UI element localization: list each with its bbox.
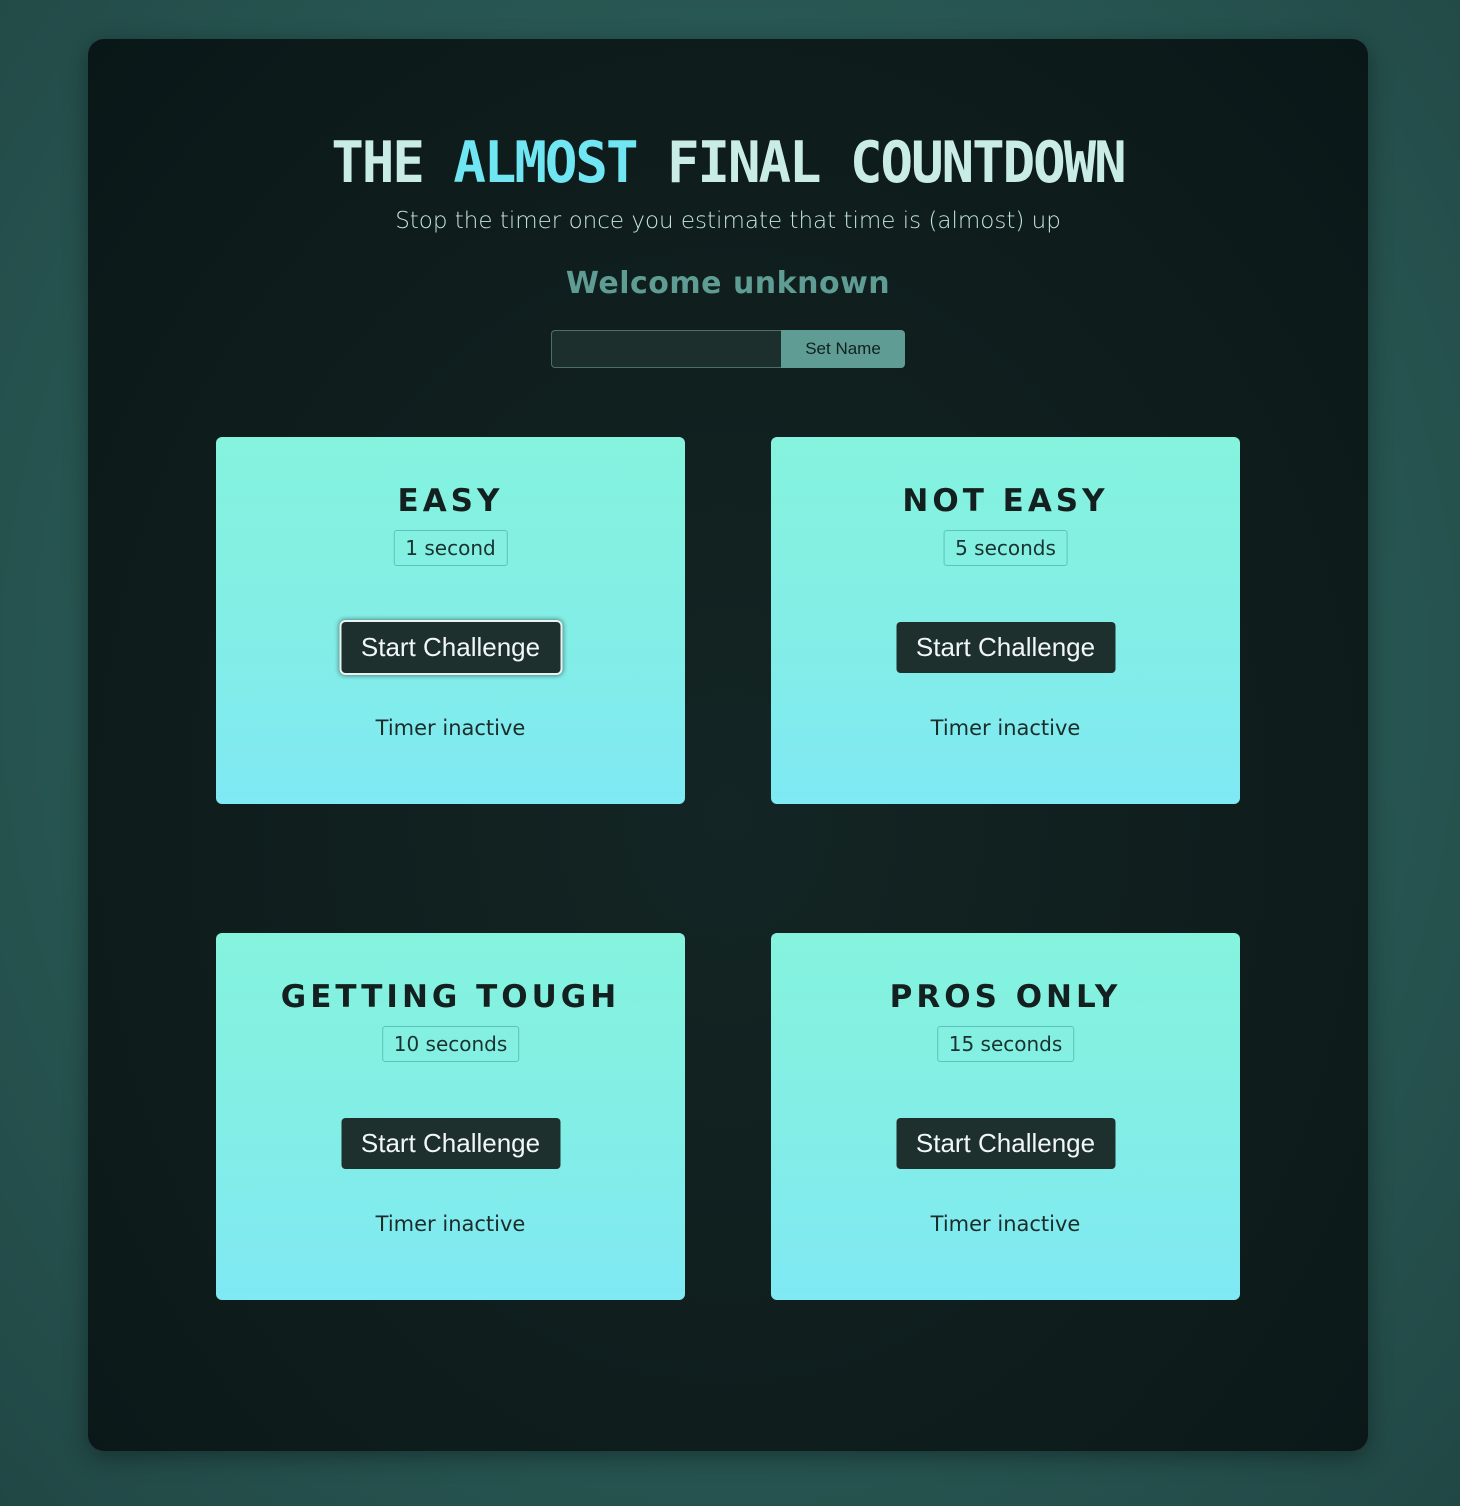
timer-status: Timer inactive <box>375 716 526 740</box>
challenge-duration-badge: 5 seconds <box>943 530 1068 566</box>
page-title: THE ALMOST FINAL COUNTDOWN <box>88 121 1368 205</box>
title-part-1: THE <box>331 129 454 196</box>
title-part-2: FINAL COUNTDOWN <box>636 129 1127 196</box>
page-subtitle: Stop the timer once you estimate that ti… <box>395 208 1061 234</box>
welcome-message: Welcome unknown <box>565 266 891 301</box>
challenge-title: NOT EASY <box>902 483 1109 519</box>
challenge-duration-badge: 15 seconds <box>936 1026 1075 1062</box>
challenge-card-easy: EASY 1 second Start Challenge Timer inac… <box>216 437 685 804</box>
challenge-title: PROS ONLY <box>889 979 1122 1015</box>
challenge-card-not-easy: NOT EASY 5 seconds Start Challenge Timer… <box>771 437 1240 804</box>
challenge-duration-badge: 1 second <box>393 530 508 566</box>
challenge-card-getting-tough: GETTING TOUGH 10 seconds Start Challenge… <box>216 933 685 1300</box>
main-panel: THE ALMOST FINAL COUNTDOWN Stop the time… <box>88 39 1368 1451</box>
name-form: Set Name <box>551 330 905 368</box>
challenge-card-pros-only: PROS ONLY 15 seconds Start Challenge Tim… <box>771 933 1240 1300</box>
challenge-title: EASY <box>397 483 504 519</box>
name-input[interactable] <box>551 330 781 368</box>
title-accent-word: ALMOST <box>453 129 638 196</box>
start-challenge-button[interactable]: Start Challenge <box>896 1118 1115 1169</box>
start-challenge-button[interactable]: Start Challenge <box>896 622 1115 673</box>
timer-status: Timer inactive <box>930 716 1081 740</box>
start-challenge-button[interactable]: Start Challenge <box>341 1118 560 1169</box>
timer-status: Timer inactive <box>375 1212 526 1236</box>
set-name-button[interactable]: Set Name <box>781 330 905 368</box>
challenge-duration-badge: 10 seconds <box>381 1026 520 1062</box>
timer-status: Timer inactive <box>930 1212 1081 1236</box>
start-challenge-button[interactable]: Start Challenge <box>341 622 560 673</box>
challenge-title: GETTING TOUGH <box>280 979 621 1015</box>
